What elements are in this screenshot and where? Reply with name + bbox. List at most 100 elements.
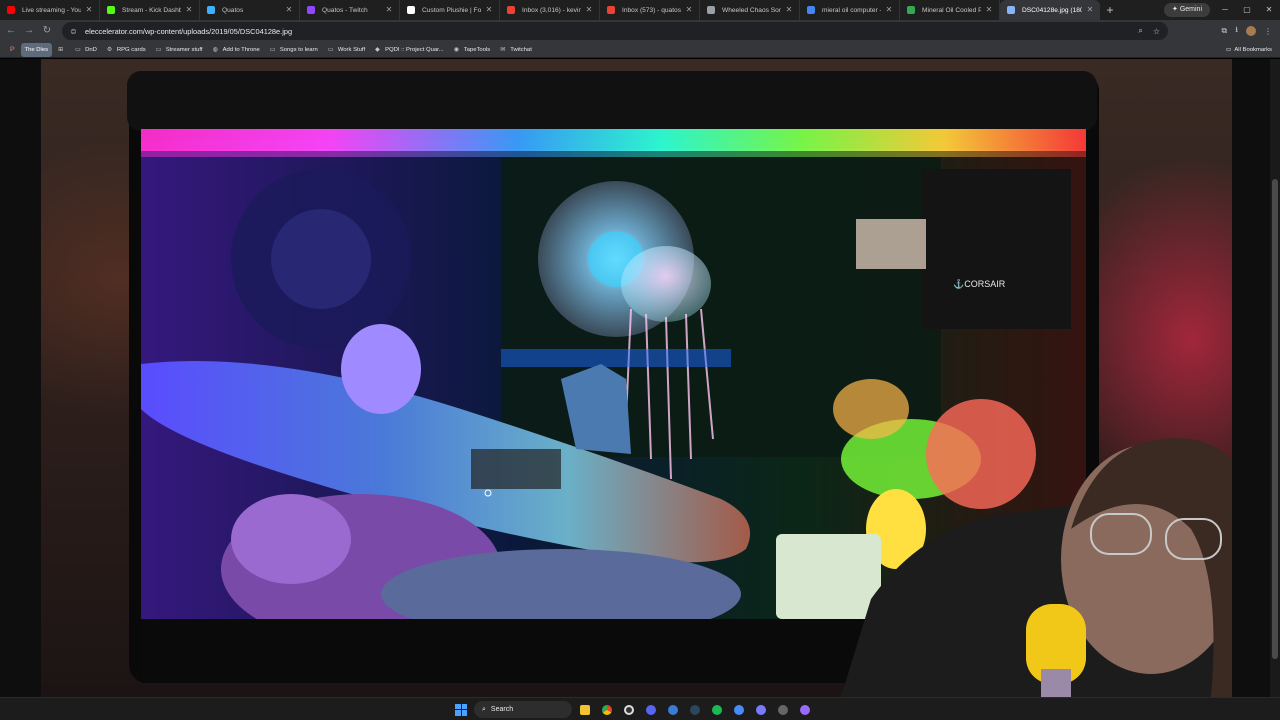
profile-avatar[interactable] <box>1246 26 1256 36</box>
close-tab-icon[interactable]: ✕ <box>384 5 394 15</box>
close-tab-icon[interactable]: ✕ <box>784 5 794 15</box>
tab[interactable]: Stream - Kick Dashboard✕ <box>100 0 200 20</box>
forward-button[interactable]: → <box>20 22 38 40</box>
app-icon[interactable] <box>774 701 792 719</box>
tape-icon: ◉ <box>453 46 459 53</box>
close-tab-icon[interactable]: ✕ <box>684 5 694 15</box>
close-tab-icon[interactable]: ✕ <box>84 5 94 15</box>
close-tab-icon[interactable]: ✕ <box>284 5 294 15</box>
bookmark-item[interactable]: ▭ Work Stuff <box>324 43 369 57</box>
chrome-alt-icon[interactable] <box>730 701 748 719</box>
tab[interactable]: Mineral Oil Cooled PC | ✕ <box>900 0 1000 20</box>
all-bookmarks-button[interactable]: ▭ All Bookmarks <box>1226 43 1272 57</box>
new-tab-button[interactable]: + <box>1100 0 1120 20</box>
menu-icon[interactable]: ⋮ <box>1264 27 1272 36</box>
search-icon: ⌕ <box>482 705 486 713</box>
bookmark-profile-icon[interactable]: ℙ <box>6 43 19 57</box>
tab[interactable]: Quatos ✕ <box>200 0 300 20</box>
bookmark-label: RPG cards <box>116 46 146 53</box>
close-tab-icon[interactable]: ✕ <box>584 5 594 15</box>
scrollbar-thumb[interactable] <box>1272 179 1278 659</box>
folder-icon: ▭ <box>269 46 276 53</box>
taskbar-search[interactable]: ⌕ Search <box>474 701 572 718</box>
obs-icon[interactable] <box>620 701 638 719</box>
globe-icon[interactable] <box>752 701 770 719</box>
minimize-button[interactable]: ─ <box>1214 0 1236 20</box>
tab-favicon-icon <box>507 6 515 14</box>
browser-toolbar: ← → ↻ ⊜ eleccelerator.com/wp-content/upl… <box>0 20 1280 42</box>
bookmark-item[interactable]: ▭ Songs to learn <box>266 43 322 57</box>
reload-button[interactable]: ↻ <box>38 22 56 40</box>
tab[interactable]: Quatos - Twitch ✕ <box>300 0 400 20</box>
close-tab-icon[interactable]: ✕ <box>184 5 194 15</box>
bookmark-label: Streamer stuff <box>165 46 203 53</box>
start-button[interactable] <box>452 701 470 719</box>
zoom-icon[interactable]: ⌕ <box>1138 26 1142 36</box>
tab-favicon-icon <box>407 6 415 14</box>
bookmark-item[interactable]: ◆ PQDI :: Project Quar... <box>371 43 448 57</box>
tab[interactable]: DSC04128e.jpg (1800×1✕ <box>1000 0 1100 20</box>
extensions-icon[interactable]: ⧉ <box>1221 26 1227 36</box>
bookmark-item[interactable]: ✉ Twitchat <box>496 43 536 57</box>
spotify-icon[interactable] <box>708 701 726 719</box>
tab-favicon-icon <box>1007 6 1015 14</box>
file-explorer-icon[interactable] <box>576 701 594 719</box>
downloads-icon[interactable]: ⭳ <box>1235 24 1238 38</box>
pq-icon: ◆ <box>375 46 380 53</box>
gemini-button[interactable]: ✦ Gemini <box>1164 3 1210 17</box>
tab-label: DSC04128e.jpg (1800×1 <box>1022 6 1082 14</box>
tab[interactable]: Custom Plushie | Fourth✕ <box>400 0 500 20</box>
folder-icon: ▭ <box>155 46 162 53</box>
close-tab-icon[interactable]: ✕ <box>884 5 894 15</box>
bookmarks-bar: ℙ The Dles ⊞ ▭ DnD ⚙ RPG cards ▭ Streamer stuff… <box>0 42 1280 58</box>
bookmark-item[interactable]: ▭ Streamer stuff <box>152 43 207 57</box>
bookmark-item[interactable]: ◍ Add to Throne <box>209 43 264 57</box>
address-bar[interactable]: ⊜ eleccelerator.com/wp-content/uploads/2… <box>62 22 1168 40</box>
scrollbar[interactable] <box>1270 59 1280 697</box>
site-info-icon[interactable]: ⊜ <box>70 27 79 36</box>
tab-label: Quatos - Twitch <box>322 6 368 14</box>
bookmark-item[interactable]: The Dles <box>20 42 53 57</box>
tab-strip: Live streaming - YouTube✕Stream - Kick D… <box>0 0 1280 20</box>
globe-icon: ◍ <box>212 46 218 53</box>
bookmark-label: Add to Throne <box>222 46 260 53</box>
app-icon[interactable] <box>796 701 814 719</box>
tab-label: Wheeled Chaos Song <box>722 6 781 14</box>
url-text[interactable]: eleccelerator.com/wp-content/uploads/201… <box>85 27 292 36</box>
chat-icon: ✉ <box>500 46 506 53</box>
close-tab-icon[interactable]: ✕ <box>1085 5 1095 15</box>
steam-icon[interactable] <box>686 701 704 719</box>
bookmark-label: Twitchat <box>510 46 532 53</box>
aquarium-pc-photo[interactable]: ⚓CORSAIR <box>41 59 1232 697</box>
image-viewer: ⚓CORSAIR <box>0 59 1280 697</box>
bookmark-label: DnD <box>85 46 97 53</box>
tab-list: Live streaming - YouTube✕Stream - Kick D… <box>0 0 1100 20</box>
close-tab-icon[interactable]: ✕ <box>984 5 994 15</box>
bookmark-item[interactable]: ⚙ RPG cards <box>103 43 150 57</box>
back-button[interactable]: ← <box>2 22 20 40</box>
discord-icon[interactable] <box>642 701 660 719</box>
tab[interactable]: Inbox (3,016) - kevin.be✕ <box>500 0 600 20</box>
bookmark-star-icon[interactable]: ☆ <box>1153 27 1160 36</box>
tab-label: Inbox (573) - quatosxian <box>622 6 681 14</box>
apps-icon: ⊞ <box>58 46 64 53</box>
tab-label: Quatos <box>222 6 244 14</box>
tab-favicon-icon <box>607 6 615 14</box>
app-icon[interactable] <box>664 701 682 719</box>
tab[interactable]: Inbox (573) - quatosxian✕ <box>600 0 700 20</box>
tab-favicon-icon <box>107 6 115 14</box>
tab[interactable]: mieral oil computer - Go✕ <box>800 0 900 20</box>
toolbar-actions: ⧉ ⭳ ⋮ <box>1221 20 1280 42</box>
close-tab-icon[interactable]: ✕ <box>484 5 494 15</box>
bookmark-item[interactable]: ⊞ <box>54 43 69 57</box>
tab[interactable]: Live streaming - YouTube✕ <box>0 0 100 20</box>
omnibox-actions: ⌕ ☆ <box>1138 22 1160 40</box>
tab[interactable]: Wheeled Chaos Song ✕ <box>700 0 800 20</box>
tab-label: Stream - Kick Dashboard <box>122 6 181 14</box>
tab-label: Inbox (3,016) - kevin.be <box>522 6 581 14</box>
close-window-button[interactable]: ✕ <box>1258 0 1280 20</box>
chrome-icon[interactable] <box>598 701 616 719</box>
bookmark-item[interactable]: ◉ TapeTools <box>450 43 495 57</box>
bookmark-item[interactable]: ▭ DnD <box>71 43 101 57</box>
maximize-button[interactable]: ▢ <box>1236 0 1258 20</box>
